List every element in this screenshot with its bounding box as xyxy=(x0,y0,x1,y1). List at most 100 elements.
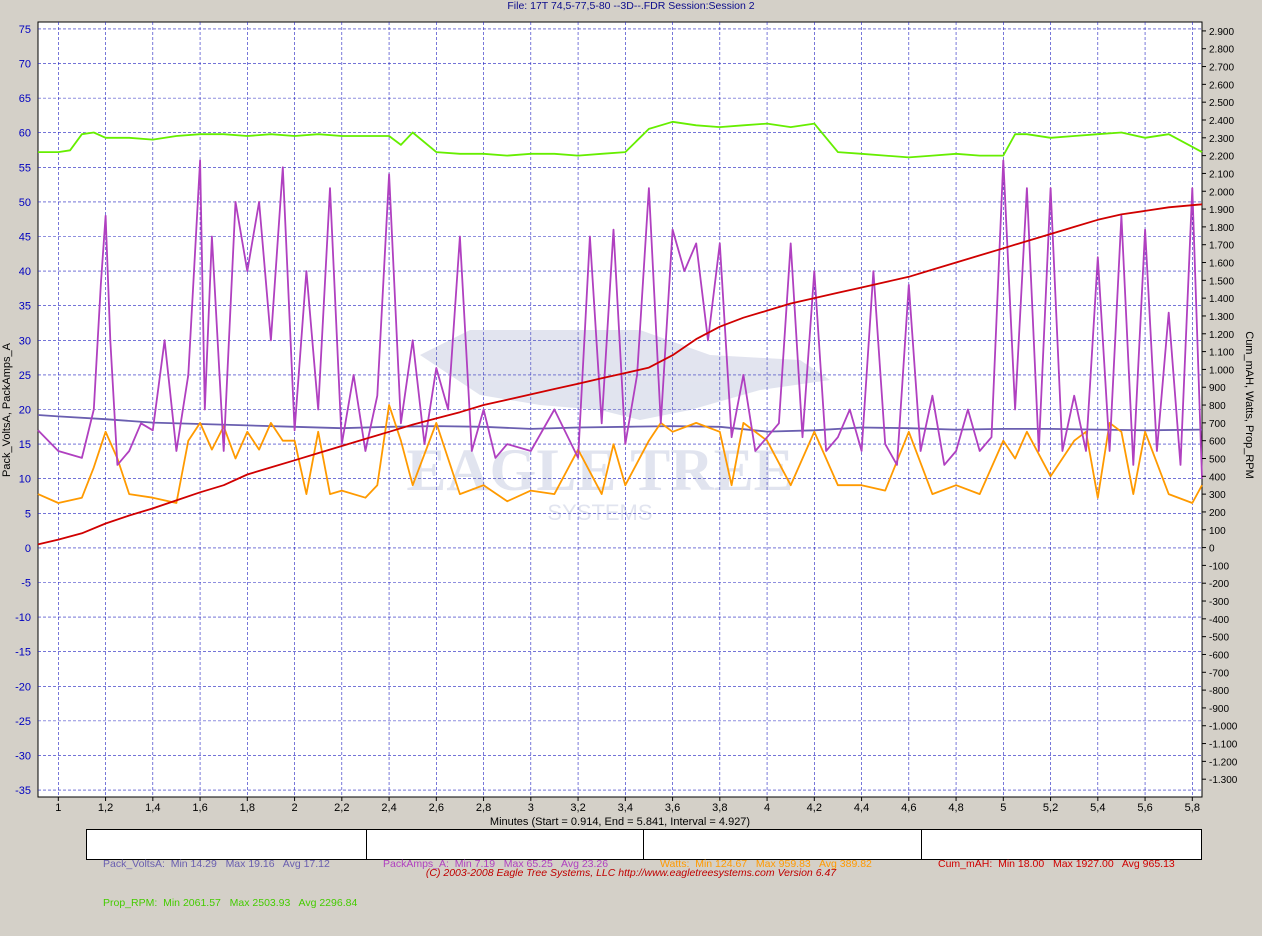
left-tick-label: -35 xyxy=(15,785,31,797)
x-tick-label: 1,8 xyxy=(240,802,255,814)
right-tick-label: 900 xyxy=(1209,383,1226,394)
right-tick-label: 300 xyxy=(1209,490,1226,501)
right-tick-label: 2.800 xyxy=(1209,45,1234,56)
x-tick-label: 1,2 xyxy=(98,802,113,814)
right-tick-label: 800 xyxy=(1209,401,1226,412)
x-tick-label: 2,2 xyxy=(334,802,349,814)
right-tick-label: 1.600 xyxy=(1209,259,1234,270)
right-tick-label: 2.600 xyxy=(1209,80,1234,91)
x-tick-label: 4 xyxy=(764,802,770,814)
x-tick-label: 3 xyxy=(528,802,534,814)
y-axis-right-label: Cum_mAH, Watts, Prop_RPM xyxy=(1243,331,1255,479)
right-tick-label: -800 xyxy=(1209,686,1229,697)
legend-rpm: Prop_RPM: Min 2061.57 Max 2503.93 Avg 22… xyxy=(103,897,358,909)
legend-cell-mah: Cum_mAH: Min 18.00 Max 1927.00 Avg 965.1… xyxy=(922,830,1201,870)
legend-cell-volts-rpm: Pack_VoltsA: Min 14.29 Max 19.16 Avg 17.… xyxy=(87,830,367,909)
svg-text:SYSTEMS: SYSTEMS xyxy=(547,500,652,525)
right-tick-label: 200 xyxy=(1209,508,1226,519)
left-tick-label: 10 xyxy=(19,474,31,486)
right-axis-ticks: 2.900 2.800 2.700 2.600 2.500 2.400 2.300 2.200… xyxy=(1202,27,1238,786)
right-tick-label: 2.900 xyxy=(1209,27,1234,38)
right-tick-label: 1.300 xyxy=(1209,312,1234,323)
right-tick-label: 2.400 xyxy=(1209,116,1234,127)
x-tick-label: 5,4 xyxy=(1090,802,1105,814)
x-tick-label: 3,2 xyxy=(570,802,585,814)
left-axis-ticks: 757065605550454035302520151050-5-10-15-2… xyxy=(15,24,31,797)
left-tick-label: 25 xyxy=(19,370,31,382)
left-tick-label: 55 xyxy=(19,162,31,174)
x-axis-ticks: 1 1,2 1,4 1,6 1,8 2 2,2 2,4 2,6 2,8 3 3,2 3,4 3,6 3,8 4… xyxy=(55,797,1200,814)
right-tick-label: 2.200 xyxy=(1209,152,1234,163)
right-tick-label: -200 xyxy=(1209,579,1229,590)
right-tick-label: -500 xyxy=(1209,633,1229,644)
left-tick-label: -5 xyxy=(21,577,31,589)
x-tick-label: 5,8 xyxy=(1185,802,1200,814)
footer-copyright: (C) 2003-2008 Eagle Tree Systems, LLC ht… xyxy=(425,867,837,879)
right-tick-label: -600 xyxy=(1209,650,1229,661)
left-tick-label: -25 xyxy=(15,716,31,728)
right-tick-label: -400 xyxy=(1209,615,1229,626)
x-tick-label: 4,4 xyxy=(854,802,869,814)
x-tick-label: 5,6 xyxy=(1137,802,1152,814)
right-tick-label: 700 xyxy=(1209,419,1226,430)
right-tick-label: 1.500 xyxy=(1209,276,1234,287)
right-tick-label: 1.000 xyxy=(1209,365,1234,376)
x-tick-label: 1,6 xyxy=(192,802,207,814)
legend-cell-amps: PackAmps_A: Min 7.19 Max 65.25 Avg 23.26 xyxy=(367,830,644,870)
right-tick-label: 1.400 xyxy=(1209,294,1234,305)
right-tick-label: 2.000 xyxy=(1209,187,1234,198)
left-tick-label: 45 xyxy=(19,232,31,244)
right-tick-label: 1.200 xyxy=(1209,330,1234,341)
left-tick-label: 30 xyxy=(19,335,31,347)
left-tick-label: 35 xyxy=(19,301,31,313)
left-tick-label: 5 xyxy=(25,508,31,520)
right-tick-label: 2.700 xyxy=(1209,63,1234,74)
left-tick-label: 70 xyxy=(19,59,31,71)
x-tick-label: 2 xyxy=(292,802,298,814)
left-tick-label: 0 xyxy=(25,543,31,555)
right-tick-label: 500 xyxy=(1209,454,1226,465)
left-tick-label: 15 xyxy=(19,439,31,451)
x-tick-label: 3,8 xyxy=(712,802,727,814)
right-tick-label: -100 xyxy=(1209,561,1229,572)
left-tick-label: 65 xyxy=(19,93,31,105)
x-tick-label: 2,6 xyxy=(429,802,444,814)
x-tick-label: 3,6 xyxy=(665,802,680,814)
y-axis-left-label: Pack_VoltsA, PackAmps_A xyxy=(1,342,13,477)
x-tick-label: 5 xyxy=(1000,802,1006,814)
x-tick-label: 1 xyxy=(55,802,61,814)
right-tick-label: -1.300 xyxy=(1209,775,1238,786)
left-tick-label: -20 xyxy=(15,681,31,693)
left-tick-label: -10 xyxy=(15,612,31,624)
x-tick-label: 3,4 xyxy=(618,802,633,814)
left-tick-label: 60 xyxy=(19,128,31,140)
right-tick-label: -900 xyxy=(1209,704,1229,715)
legend: Pack_VoltsA: Min 14.29 Max 19.16 Avg 17.… xyxy=(86,829,1202,909)
left-tick-label: 20 xyxy=(19,405,31,417)
right-tick-label: 1.800 xyxy=(1209,223,1234,234)
right-tick-label: -700 xyxy=(1209,668,1229,679)
x-tick-label: 2,4 xyxy=(381,802,396,814)
right-tick-label: 0 xyxy=(1209,544,1215,555)
right-tick-label: 100 xyxy=(1209,526,1226,537)
right-tick-label: 2.500 xyxy=(1209,98,1234,109)
x-tick-label: 4,8 xyxy=(948,802,963,814)
legend-cell-watts: Watts: Min 124.67 Max 959.83 Avg 389.82 xyxy=(644,830,922,870)
right-tick-label: -1.200 xyxy=(1209,757,1238,768)
right-tick-label: 2.100 xyxy=(1209,169,1234,180)
right-tick-label: 1.700 xyxy=(1209,241,1234,252)
right-tick-label: 1.900 xyxy=(1209,205,1234,216)
right-tick-label: -1.100 xyxy=(1209,740,1238,751)
right-tick-label: -300 xyxy=(1209,597,1229,608)
right-tick-label: 2.300 xyxy=(1209,134,1234,145)
x-tick-label: 4,6 xyxy=(901,802,916,814)
left-tick-label: 50 xyxy=(19,197,31,209)
x-tick-label: 1,4 xyxy=(145,802,160,814)
left-tick-label: 75 xyxy=(19,24,31,36)
line-chart: EAGLE TREE SYSTEMS 757065605550454035302… xyxy=(1,21,1255,828)
left-tick-label: 40 xyxy=(19,266,31,278)
x-tick-label: 5,2 xyxy=(1043,802,1058,814)
x-tick-label: 4,2 xyxy=(807,802,822,814)
left-tick-label: -15 xyxy=(15,647,31,659)
right-tick-label: 1.100 xyxy=(1209,348,1234,359)
